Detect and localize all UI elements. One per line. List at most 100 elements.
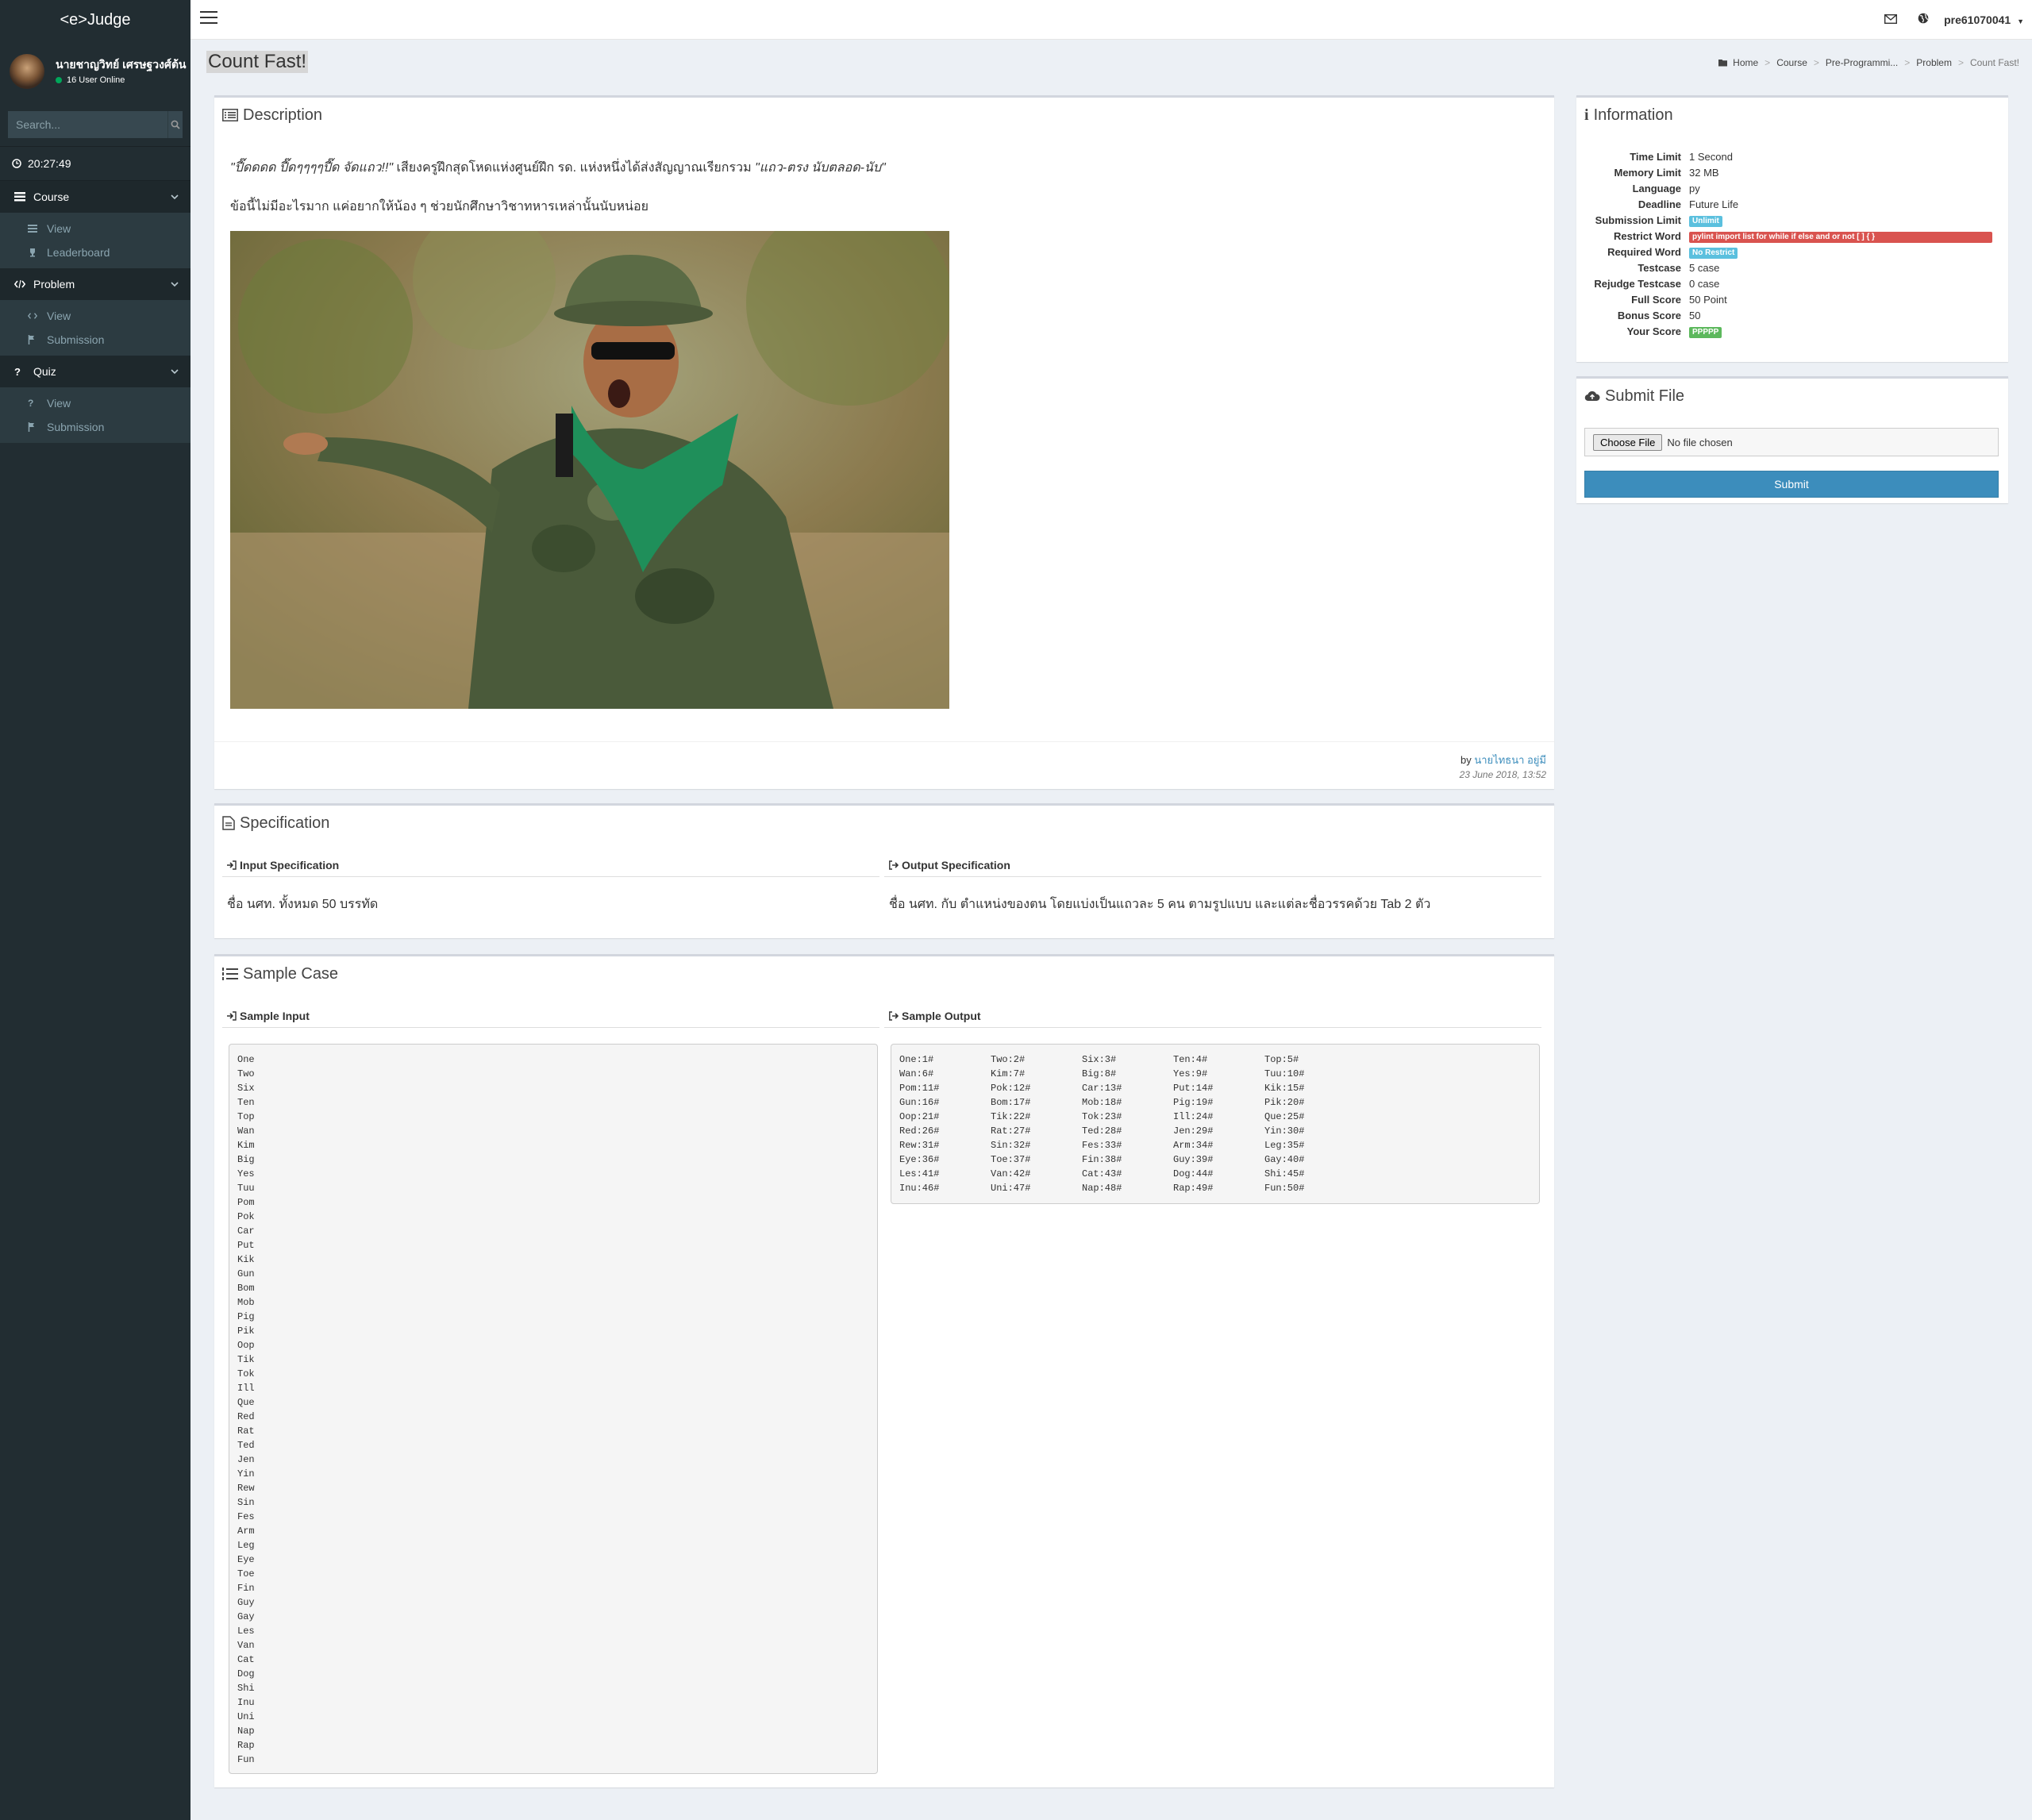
breadcrumb-problem[interactable]: Problem [1916,57,1952,68]
sample-input-title: Sample Input [240,1009,310,1022]
sample-input-line: One [237,1054,255,1065]
clock-time: 20:27:49 [28,157,71,170]
sidebar-item-course-view[interactable]: View [0,217,190,240]
sample-output-cell: Pom:11# [899,1083,940,1094]
submit-file-box: Submit File Choose File No file chosen S… [1576,376,2008,503]
breadcrumb-course-name[interactable]: Pre-Programmi... [1826,57,1898,68]
status-badge: pylint import list for while if else and… [1689,231,1992,243]
sidebar-item-course[interactable]: Course [0,181,190,213]
sample-output-cell: Tuu:10# [1264,1068,1305,1079]
list-ol-icon [222,968,238,980]
brand-logo[interactable]: <e>Judge [0,0,190,40]
sidebar-item-problem-view[interactable]: View [0,304,190,328]
list-icon [28,225,37,233]
breadcrumb-course[interactable]: Course [1776,57,1807,68]
sample-output-line: Oop:21# Tik:22# Tok:23# Ill:24# Que:25# [899,1110,1531,1124]
sample-input-line: Pik [237,1326,255,1337]
sample-input-block[interactable]: One Two Six Ten Top Wan Kim Big Yes Tuu Pom Pok Car P… [229,1044,878,1774]
sidebar-item-label: Submission [47,421,105,433]
sample-input-line: Eye [237,1554,255,1565]
sample-input-line: Bom [237,1283,255,1294]
info-row: Restrict Word pylint import list for whil… [1576,228,2008,244]
sample-input-line: Pom [237,1197,255,1208]
sample-output-cell: Gay:40# [1264,1154,1305,1165]
list-alt-icon [222,109,238,121]
sign-out-icon [889,860,899,870]
description-line-2: ข้อนี้ไม่มีอะไรมาก แค่อยากให้น้อง ๆ ช่วย… [230,200,648,214]
sample-output-cell: Tik:22# [991,1111,1031,1122]
sample-output-cell: Two:2# [991,1054,1026,1065]
sample-output-cell: Les:41# [899,1168,940,1179]
information-box: i Information Time Limit 1 Second Memory L… [1576,95,2008,362]
info-row: Memory Limit 32 MB [1576,164,2008,180]
sample-output-cell: Fes:33# [1082,1140,1122,1151]
user-menu[interactable]: pre61070041 ▼ [1944,0,2024,40]
info-row: Your Score PPPPP [1576,323,2008,339]
info-value: Unlimit [1689,214,2008,227]
sample-input-line: Mob [237,1297,255,1308]
breadcrumb: Home > Course > Pre-Programmi... > Probl… [1718,57,2019,68]
sample-output-cell: Leg:35# [1264,1140,1305,1151]
sample-output-cell: Oop:21# [899,1111,940,1122]
info-row: Required Word No Restrict [1576,244,2008,260]
sidebar-toggle-icon[interactable] [200,11,217,27]
breadcrumb-separator: > [1904,57,1911,68]
breadcrumb-home[interactable]: Home [1733,57,1758,68]
sample-output-cell: Ill:24# [1173,1111,1214,1122]
sidebar-item-label: View [47,397,71,410]
info-value: 32 MB [1689,166,1719,179]
information-title: Information [1593,106,1673,124]
sample-input-line: Fun [237,1754,255,1765]
code-icon [28,313,37,319]
sample-case-title: Sample Case [243,964,339,983]
sign-in-icon [227,860,237,870]
input-spec-heading: Input Specification [222,853,879,877]
sidebar-item-quiz[interactable]: ? Quiz [0,356,190,387]
sample-output-cell: Pok:12# [991,1083,1031,1094]
sidebar-item-quiz-view[interactable]: ? View [0,391,190,415]
sample-output-line: Eye:36# Toe:37# Fin:38# Guy:39# Gay:40# [899,1152,1531,1167]
sample-output-cell: Shi:45# [1264,1168,1305,1179]
sample-output-cell: Dog:44# [1173,1168,1214,1179]
author-link[interactable]: นายไทธนา อยู่มี [1474,754,1546,766]
sample-input-line: Ill [237,1383,255,1394]
sample-output-cell: Gun:16# [899,1097,940,1108]
sign-out-icon [889,1010,899,1021]
submit-file-title: Submit File [1605,387,1685,405]
choose-file-button[interactable]: Choose File [1593,433,1663,451]
language-button[interactable] [1918,13,1929,28]
info-value: py [1689,182,1700,194]
breadcrumb-separator: > [1957,57,1964,68]
sample-case-header: Sample Case [214,956,1554,991]
sample-output-line: One:1# Two:2# Six:3# Ten:4# Top:5# [899,1052,1531,1067]
sidebar-item-leaderboard[interactable]: Leaderboard [0,240,190,264]
sample-output-cell: Que:25# [1264,1111,1305,1122]
breadcrumb-separator: > [1765,57,1771,68]
sample-input-line: Arm [237,1526,255,1537]
online-dot-icon [56,76,62,83]
search-input[interactable] [8,111,167,138]
user-panel: นายชาญวิทย์ เศรษฐวงศ์ต้น 16 User Online [0,40,190,103]
file-status: No file chosen [1667,436,1733,448]
sample-output-cell: Yes:9# [1173,1068,1208,1079]
info-label: Language [1632,182,1681,194]
messages-button[interactable] [1884,13,1898,28]
sample-output-block[interactable]: One:1# Two:2# Six:3# Ten:4# Top:5# Wan:6# Kim:… [891,1044,1540,1204]
sample-input-column: Sample Input [222,1004,879,1028]
flag-icon [28,422,34,432]
sample-input-line: Inu [237,1697,255,1708]
sidebar-item-problem[interactable]: Problem [0,268,190,300]
caret-down-icon: ▼ [2017,17,2024,25]
sample-output-cell: Guy:39# [1173,1154,1214,1165]
search-button[interactable] [167,111,183,138]
specification-title: Specification [240,814,330,832]
page-title: Count Fast! [206,51,309,73]
sample-input-line: Big [237,1154,255,1165]
sidebar-item-quiz-submission[interactable]: Submission [0,415,190,439]
submit-button[interactable]: Submit [1584,471,1999,498]
file-input[interactable]: Choose File No file chosen [1584,428,1999,456]
trophy-icon [30,248,35,257]
sample-input-line: Two [237,1068,255,1079]
sidebar-item-problem-submission[interactable]: Submission [0,328,190,352]
sample-input-line: Tuu [237,1183,255,1194]
